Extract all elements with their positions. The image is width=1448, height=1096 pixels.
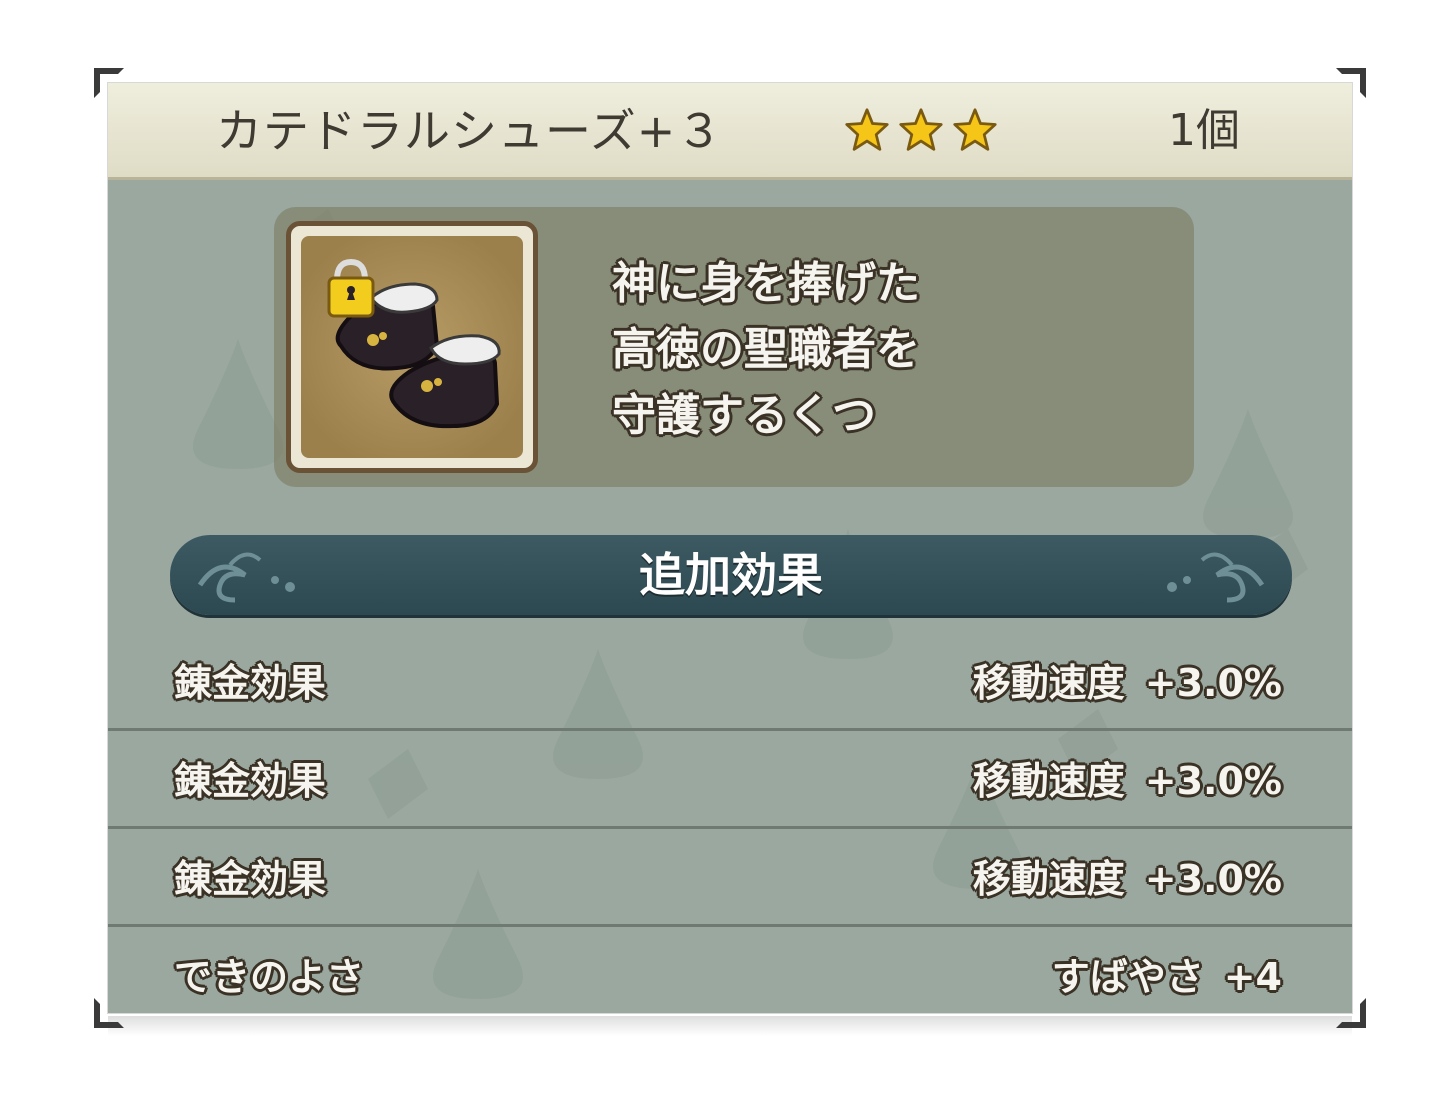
effect-value: 移動速度 +3.0% (973, 851, 1282, 907)
effect-stat: すばやさ (1051, 955, 1204, 999)
effect-amount: +4 (1223, 955, 1282, 999)
description-line: 守護するくつ (612, 390, 876, 441)
effect-stat: 移動速度 (972, 661, 1125, 705)
star-icon (952, 107, 998, 157)
effect-value: 移動速度 +3.0% (973, 753, 1282, 809)
flourish-ornament-icon (1167, 552, 1265, 603)
item-header: カテドラルシューズ+３ 1個 (108, 83, 1352, 180)
star-icon (898, 107, 944, 157)
effect-label: できのよさ (174, 955, 365, 999)
item-count: 1個 (1168, 105, 1240, 156)
item-detail-card: カテドラルシューズ+３ 1個 神に身を捧げた 高徳の聖職者を 守護するくつ 追加… (108, 83, 1352, 1013)
description-line: 高徳の聖職者を (612, 324, 920, 375)
rarity-stars (844, 107, 998, 157)
effects-list: 錬金効果 移動速度 +3.0% 錬金効果 移動速度 +3.0% 錬金効果 移動速度 +… (108, 633, 1352, 1013)
corner-bracket-icon (92, 66, 126, 100)
effect-stat: 移動速度 (972, 857, 1125, 901)
item-icon-frame[interactable] (286, 221, 538, 473)
corner-bracket-icon (1334, 66, 1368, 100)
effect-value: すばやさ +4 (1052, 949, 1282, 1005)
effect-label: 錬金効果 (174, 661, 327, 705)
effect-row: 錬金効果 移動速度 +3.0% (108, 829, 1352, 927)
effect-amount: +3.0% (1144, 857, 1282, 901)
star-icon (844, 107, 890, 157)
effect-row: 錬金効果 移動速度 +3.0% (108, 633, 1352, 731)
section-title: 追加効果 (639, 548, 823, 602)
boots-icon (327, 258, 501, 429)
corner-bracket-icon (1334, 996, 1368, 1030)
card-shadow (108, 1016, 1352, 1036)
effect-value: 移動速度 +3.0% (973, 655, 1282, 711)
effect-amount: +3.0% (1144, 661, 1282, 705)
corner-bracket-icon (92, 996, 126, 1030)
effect-amount: +3.0% (1144, 759, 1282, 803)
lock-icon (327, 258, 375, 318)
item-name: カテドラルシューズ+３ (216, 104, 724, 158)
effect-row: できのよさ すばやさ +4 (108, 927, 1352, 1013)
effect-label: 錬金効果 (174, 759, 327, 803)
effects-section-banner: 追加効果 (170, 535, 1292, 615)
item-description: 神に身を捧げた 高徳の聖職者を 守護するくつ (612, 251, 1032, 449)
description-line: 神に身を捧げた (612, 258, 920, 309)
effect-row: 錬金効果 移動速度 +3.0% (108, 731, 1352, 829)
effect-label: 錬金効果 (174, 857, 327, 901)
effect-stat: 移動速度 (972, 759, 1125, 803)
